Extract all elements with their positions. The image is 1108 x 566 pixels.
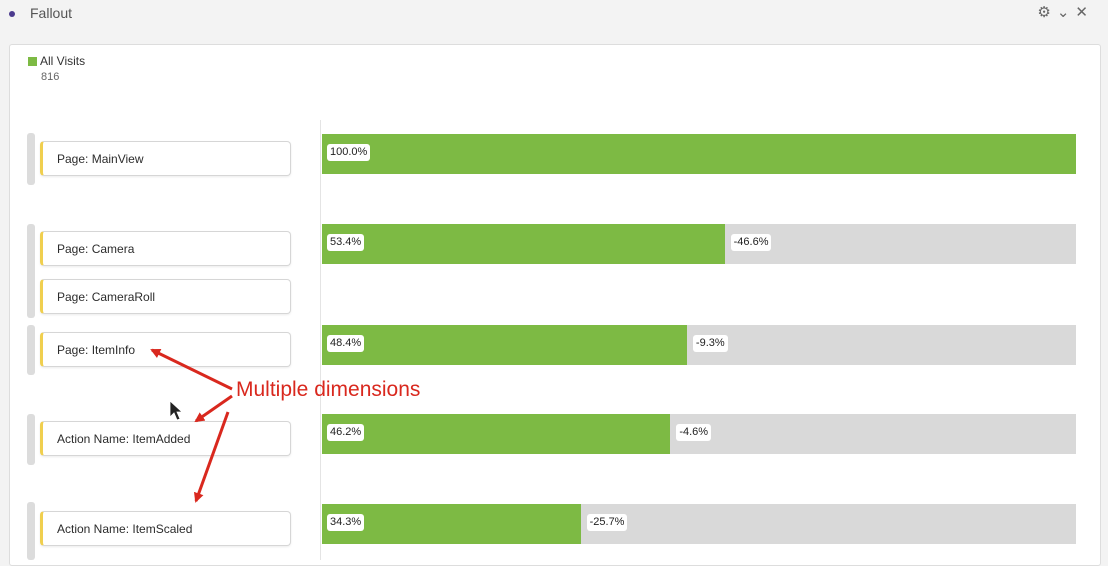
panel-controls: ⚙⌄✕ <box>1037 3 1094 21</box>
step-bracket <box>27 133 35 185</box>
bar-fill[interactable] <box>322 134 1076 174</box>
dimension-label: Page: MainView <box>57 152 144 166</box>
dimension-label: Action Name: ItemAdded <box>57 432 191 446</box>
dimension-pill-mainview[interactable]: Page: MainView <box>40 141 291 176</box>
chart-divider <box>320 120 321 560</box>
bar-track: 48.4% -9.3% <box>322 325 1076 365</box>
bar-fill[interactable] <box>322 325 687 365</box>
legend-swatch <box>28 57 37 66</box>
bar-drop-label: -4.6% <box>676 424 712 441</box>
chevron-down-icon[interactable]: ⌄ <box>1057 4 1076 21</box>
dimension-label: Page: CameraRoll <box>57 290 156 304</box>
bar-drop-label: -25.7% <box>586 514 628 531</box>
bar-drop-label: -46.6% <box>730 234 772 251</box>
bar-percent-label: 34.3% <box>327 514 365 531</box>
bar-percent-label: 100.0% <box>327 144 371 161</box>
step-bracket <box>27 502 35 560</box>
dimension-pill-iteminfo[interactable]: Page: ItemInfo <box>40 332 291 367</box>
step-bracket <box>27 224 35 318</box>
bar-track: 100.0% <box>322 134 1076 174</box>
gear-icon[interactable]: ⚙ <box>1037 4 1056 21</box>
bar-percent-label: 48.4% <box>327 335 365 352</box>
bar-percent-label: 46.2% <box>327 424 365 441</box>
dimension-label: Page: ItemInfo <box>57 343 136 357</box>
bar-track: 46.2% -4.6% <box>322 414 1076 454</box>
panel-title: Fallout <box>30 5 73 21</box>
step-bracket <box>27 414 35 465</box>
dimension-pill-itemadded[interactable]: Action Name: ItemAdded <box>40 421 291 456</box>
bar-percent-label: 53.4% <box>327 234 365 251</box>
step-bracket <box>27 325 35 375</box>
bar-fill[interactable] <box>322 414 671 454</box>
panel-indicator-dot <box>9 11 15 17</box>
dimension-pill-cameraroll[interactable]: Page: CameraRoll <box>40 279 291 314</box>
bar-track: 53.4% -46.6% <box>322 224 1076 264</box>
annotation-text: Multiple dimensions <box>236 378 421 401</box>
legend-total: 816 <box>41 71 60 83</box>
dimension-label: Page: Camera <box>57 242 135 256</box>
panel-header: Fallout ⚙⌄✕ <box>0 0 1108 32</box>
bar-fill[interactable] <box>322 224 725 264</box>
close-icon[interactable]: ✕ <box>1075 4 1094 21</box>
dimension-pill-camera[interactable]: Page: Camera <box>40 231 291 266</box>
dimension-pill-itemscaled[interactable]: Action Name: ItemScaled <box>40 511 291 546</box>
legend-label[interactable]: All Visits <box>40 54 85 68</box>
bar-drop-label: -9.3% <box>692 335 728 352</box>
dimension-label: Action Name: ItemScaled <box>57 522 193 536</box>
bar-track: 34.3% -25.7% <box>322 504 1076 544</box>
